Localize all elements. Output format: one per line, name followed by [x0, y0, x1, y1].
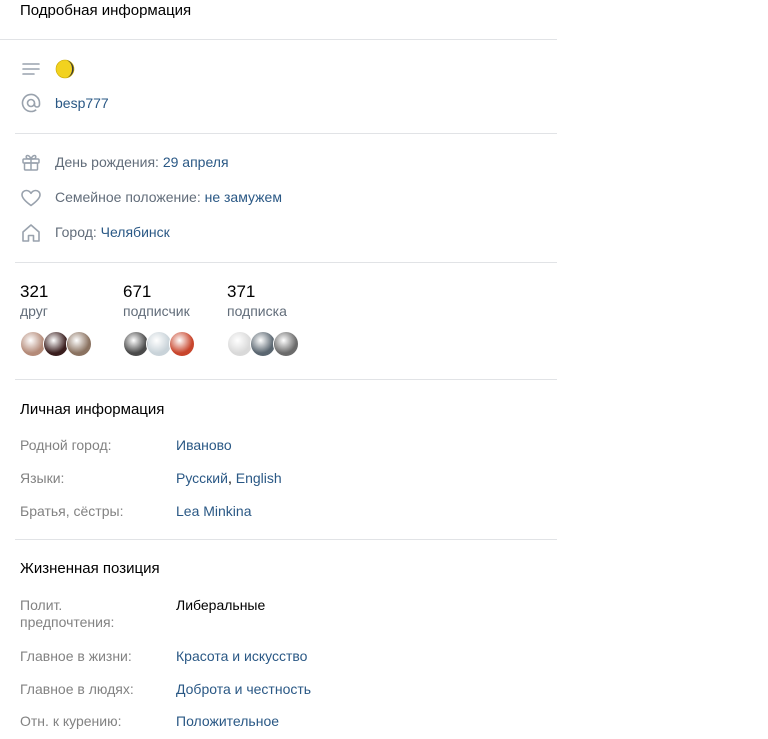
followers-counter[interactable]: 671 подписчик	[123, 282, 190, 320]
birthday-label: День рождения:	[55, 154, 163, 170]
followers-count: 671	[123, 282, 152, 301]
followers-avatars	[123, 331, 195, 357]
friends-count: 321	[20, 282, 49, 301]
main-in-people-label: Главное в людях:	[20, 681, 134, 697]
smoking-label: Отн. к курению:	[20, 713, 122, 729]
languages-value: Русский, English	[176, 470, 282, 486]
divider	[15, 262, 557, 263]
friends-label: друг	[20, 303, 48, 319]
subscriptions-counter[interactable]: 371 подписка	[227, 282, 287, 320]
hometown-label: Родной город:	[20, 437, 112, 453]
politics-label: Полит. предпочтения:	[20, 597, 115, 630]
smoking-link[interactable]: Положительное	[176, 713, 279, 729]
marital-status-row: Семейное положение: не замужем	[55, 189, 282, 205]
marital-link[interactable]: не замужем	[205, 189, 282, 205]
city-label: Город:	[55, 224, 101, 240]
birthday-link[interactable]: 29 апреля	[163, 154, 229, 170]
friends-avatars	[20, 331, 92, 357]
sibling-link[interactable]: Lea Minkina	[176, 503, 252, 519]
subscriptions-avatars	[227, 331, 299, 357]
city-row: Город: Челябинск	[55, 224, 170, 240]
divider	[15, 379, 557, 380]
main-in-life-link[interactable]: Красота и искусство	[176, 648, 307, 664]
at-sign-icon	[20, 92, 42, 114]
siblings-label: Братья, сёстры:	[20, 503, 124, 519]
life-position-title: Жизненная позиция	[20, 560, 160, 577]
subscriptions-count: 371	[227, 282, 256, 301]
profile-details-panel: Подробная информация besp777 День рожден…	[0, 0, 557, 739]
avatar[interactable]	[169, 331, 195, 357]
avatar[interactable]	[66, 331, 92, 357]
heart-icon	[20, 187, 42, 209]
hometown-link[interactable]: Иваново	[176, 437, 232, 453]
friends-counter[interactable]: 321 друг	[20, 282, 48, 320]
language-link[interactable]: Русский	[176, 470, 228, 486]
page-title: Подробная информация	[20, 2, 192, 19]
marital-label: Семейное положение:	[55, 189, 205, 205]
subscriptions-label: подписка	[227, 303, 287, 319]
main-in-life-label: Главное в жизни:	[20, 648, 132, 664]
moon-emoji-icon	[55, 58, 77, 80]
language-separator: ,	[227, 470, 236, 486]
main-in-people-link[interactable]: Доброта и честность	[176, 681, 311, 697]
home-icon	[20, 222, 42, 244]
gift-icon	[20, 151, 42, 173]
divider	[15, 133, 557, 134]
politics-value: Либеральные	[176, 597, 266, 613]
followers-label: подписчик	[123, 303, 190, 319]
languages-label: Языки:	[20, 470, 65, 486]
city-link[interactable]: Челябинск	[101, 224, 170, 240]
username-link[interactable]: besp777	[55, 95, 109, 111]
divider	[0, 39, 557, 40]
avatar[interactable]	[273, 331, 299, 357]
personal-info-title: Личная информация	[20, 401, 165, 418]
birthday-row: День рождения: 29 апреля	[55, 154, 229, 170]
menu-lines-icon	[20, 58, 42, 80]
divider	[15, 539, 557, 540]
language-link[interactable]: English	[236, 470, 282, 486]
